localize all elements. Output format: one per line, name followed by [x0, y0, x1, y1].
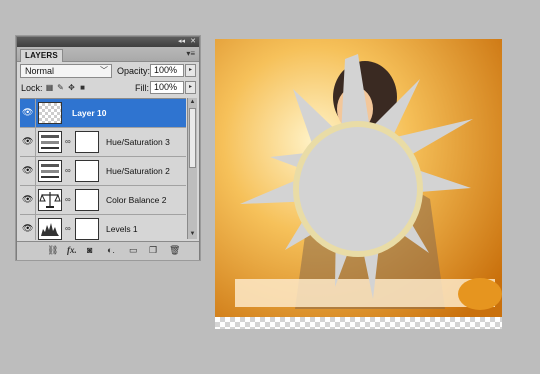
- panel-tab-row: LAYERS ▾≡: [17, 47, 199, 62]
- scroll-down-icon[interactable]: ▼: [188, 230, 197, 239]
- layer-name[interactable]: Levels 1: [106, 224, 138, 235]
- close-icon[interactable]: ✕: [190, 37, 196, 47]
- layers-panel: ◂◂ ✕ LAYERS ▾≡ Normal ﹀ Opacity: 100% ▸ …: [16, 36, 200, 260]
- blend-mode-select[interactable]: Normal ﹀: [20, 64, 112, 78]
- blend-mode-value: Normal: [25, 66, 55, 76]
- panel-menu-icon[interactable]: ▾≡: [186, 49, 195, 59]
- divider: [35, 186, 36, 215]
- panel-titlebar[interactable]: ◂◂ ✕: [17, 37, 199, 47]
- fill-field[interactable]: 100%: [150, 81, 184, 94]
- lock-paint-icon[interactable]: ✎: [56, 83, 65, 93]
- layers-list: 👁 Layer 10 👁 ∞ Hue/Saturation 3 👁 ∞ Hue/…: [20, 98, 186, 240]
- hue-saturation-icon[interactable]: [38, 160, 62, 182]
- lock-move-icon[interactable]: ✥: [67, 83, 76, 93]
- visibility-eye-icon[interactable]: 👁: [22, 106, 33, 118]
- new-layer-icon[interactable]: ❐: [149, 245, 157, 256]
- visibility-eye-icon[interactable]: 👁: [22, 193, 33, 205]
- visibility-eye-icon[interactable]: 👁: [22, 164, 33, 176]
- lock-icons: ▦ ✎ ✥ ■: [45, 82, 89, 94]
- mask-link-icon[interactable]: ∞: [65, 195, 71, 204]
- group-icon[interactable]: ▭: [129, 245, 138, 256]
- layer-name[interactable]: Hue/Saturation 2: [106, 166, 170, 177]
- mask-link-icon[interactable]: ∞: [65, 166, 71, 175]
- layer-row[interactable]: 👁 ∞ Levels 1: [20, 215, 186, 240]
- adjustment-layer-icon[interactable]: ◐.: [107, 245, 115, 256]
- layer-row[interactable]: 👁 ∞ Color Balance 2: [20, 186, 186, 215]
- collapse-icon[interactable]: ◂◂: [178, 37, 185, 47]
- layer-thumbnail[interactable]: [38, 102, 62, 124]
- lock-transparent-icon[interactable]: ▦: [45, 83, 54, 93]
- layer-mask-thumbnail[interactable]: [75, 218, 99, 240]
- lock-label: Lock:: [21, 83, 43, 93]
- document-canvas[interactable]: [215, 39, 502, 329]
- layer-mask-thumbnail[interactable]: [75, 160, 99, 182]
- opacity-label: Opacity:: [117, 66, 151, 76]
- divider: [35, 128, 36, 157]
- layer-row[interactable]: 👁 Layer 10: [20, 99, 186, 128]
- fx-icon[interactable]: fx.: [67, 245, 77, 256]
- layer-name[interactable]: Layer 10: [72, 108, 107, 119]
- opacity-slider-button[interactable]: ▸: [185, 64, 196, 77]
- scroll-up-icon[interactable]: ▲: [188, 98, 197, 107]
- layer-row[interactable]: 👁 ∞ Hue/Saturation 3: [20, 128, 186, 157]
- layer-row[interactable]: 👁 ∞ Hue/Saturation 2: [20, 157, 186, 186]
- mask-link-icon[interactable]: ∞: [65, 224, 71, 233]
- visibility-eye-icon[interactable]: 👁: [22, 135, 33, 147]
- levels-icon[interactable]: [38, 218, 62, 240]
- canvas-artwork: [215, 39, 502, 329]
- divider: [35, 215, 36, 240]
- hue-saturation-icon[interactable]: [38, 131, 62, 153]
- fill-slider-button[interactable]: ▸: [185, 81, 196, 94]
- layers-scrollbar[interactable]: ▲ ▼: [187, 98, 197, 239]
- lock-all-icon[interactable]: ■: [78, 83, 87, 93]
- panel-footer: ⛓ fx. ◙ ◐. ▭ ❐ 🗑: [17, 241, 199, 260]
- divider: [35, 157, 36, 186]
- link-layers-icon[interactable]: ⛓: [47, 245, 58, 256]
- visibility-eye-icon[interactable]: 👁: [22, 222, 33, 234]
- chevron-down-icon: ﹀: [100, 66, 108, 75]
- sunburst-center: [293, 121, 423, 257]
- trash-icon[interactable]: 🗑: [169, 245, 180, 256]
- layer-mask-thumbnail[interactable]: [75, 189, 99, 211]
- layer-name[interactable]: Hue/Saturation 3: [106, 137, 170, 148]
- tab-layers[interactable]: LAYERS: [20, 49, 63, 62]
- table-surface: [235, 279, 495, 307]
- opacity-field[interactable]: 100%: [150, 64, 184, 77]
- add-mask-icon[interactable]: ◙: [87, 245, 92, 256]
- layer-mask-thumbnail[interactable]: [75, 131, 99, 153]
- fill-label: Fill:: [135, 83, 149, 93]
- divider: [35, 99, 36, 128]
- scroll-thumb[interactable]: [189, 108, 196, 168]
- transparent-area: [215, 317, 502, 329]
- bowl: [458, 278, 502, 310]
- layer-name[interactable]: Color Balance 2: [106, 195, 166, 206]
- color-balance-icon[interactable]: [38, 189, 62, 211]
- mask-link-icon[interactable]: ∞: [65, 137, 71, 146]
